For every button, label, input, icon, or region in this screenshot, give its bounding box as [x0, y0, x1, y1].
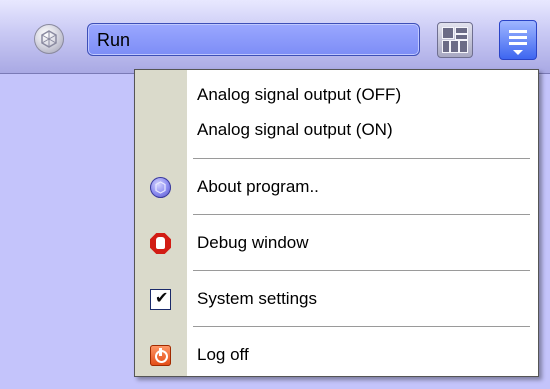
dropdown-menu: Analog signal output (OFF) Analog signal…	[134, 69, 539, 377]
menu-button[interactable]	[499, 20, 537, 60]
about-icon	[150, 177, 171, 198]
log-off-icon	[150, 345, 171, 366]
menu-item-label: Analog signal output (OFF)	[197, 85, 402, 104]
menu-item-analog-on[interactable]: Analog signal output (ON)	[135, 113, 538, 147]
toolbar: Run	[0, 0, 550, 74]
menu-separator	[193, 270, 530, 271]
menu-separator	[193, 158, 530, 159]
checkbox-checked-icon: ✔	[150, 289, 171, 310]
menu-item-system-settings[interactable]: ✔ System settings	[135, 282, 538, 316]
menu-separator	[193, 214, 530, 215]
aperture-icon[interactable]	[34, 24, 64, 54]
menu-item-label: About program..	[197, 177, 319, 196]
menu-item-label: Debug window	[197, 233, 309, 252]
debug-icon	[150, 233, 171, 254]
menu-item-analog-off[interactable]: Analog signal output (OFF)	[135, 78, 538, 112]
status-text: Run	[97, 30, 131, 50]
menu-item-label: System settings	[197, 289, 317, 308]
menu-item-label: Analog signal output (ON)	[197, 120, 393, 139]
status-field[interactable]: Run	[87, 23, 420, 56]
menu-item-about[interactable]: About program..	[135, 170, 538, 204]
menu-item-log-off[interactable]: Log off	[135, 338, 538, 372]
menu-item-debug-window[interactable]: Debug window	[135, 226, 538, 260]
grid-layout-button[interactable]	[437, 22, 473, 58]
menu-item-label: Log off	[197, 345, 249, 364]
menu-separator	[193, 326, 530, 327]
